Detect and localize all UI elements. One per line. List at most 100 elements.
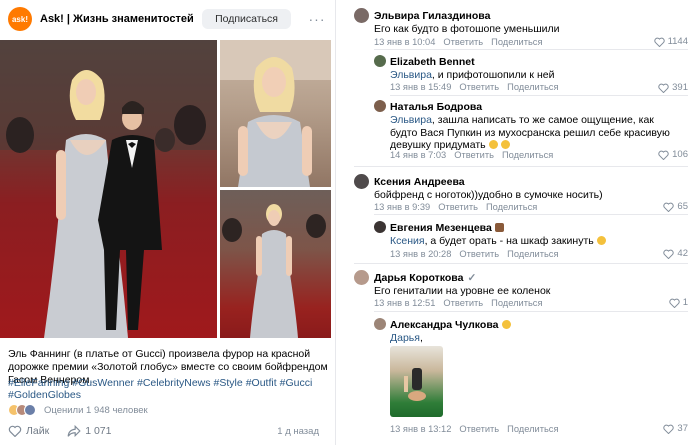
mention-link[interactable]: Ксения xyxy=(390,235,425,247)
photo-top-right[interactable] xyxy=(220,40,331,187)
avatar[interactable] xyxy=(374,100,386,112)
comment-author[interactable]: Наталья Бодрова xyxy=(390,101,482,113)
community-avatar[interactable]: ask! xyxy=(8,7,32,31)
comment-author[interactable]: Elizabeth Bennet xyxy=(390,56,475,68)
avatar[interactable] xyxy=(374,55,386,67)
hashtag-link[interactable]: #GoldenGlobes xyxy=(8,389,81,401)
comment-date[interactable]: 13 янв в 9:39 xyxy=(374,202,430,212)
avatar[interactable] xyxy=(354,8,369,23)
hashtag-link[interactable]: #GusWenner xyxy=(72,377,134,389)
comment-like-button[interactable]: 1144 xyxy=(653,36,688,47)
reply-link[interactable]: Ответить xyxy=(459,424,499,434)
comment-text: бойфренд с ноготок))удобно в сумочке нос… xyxy=(374,189,603,201)
hashtag-link[interactable]: #CelebrityNews xyxy=(137,377,211,389)
like-count: 1 xyxy=(682,297,688,308)
reply-link[interactable]: Ответить xyxy=(459,82,499,92)
comment-text: Дарья, xyxy=(390,332,680,345)
like-button[interactable]: Лайк xyxy=(8,425,49,437)
hashtags-line-2: #GoldenGlobes xyxy=(8,389,330,401)
comment-like-button[interactable]: 1 xyxy=(669,297,688,308)
comment-like-button[interactable]: 65 xyxy=(663,201,688,212)
post-timestamp[interactable]: 1 д назад xyxy=(277,426,319,437)
hashtags-line-1: #ElleFanning #GusWenner #CelebrityNews #Sty… xyxy=(8,377,330,389)
avatar[interactable] xyxy=(374,318,386,330)
hashtag-link[interactable]: #Outfit xyxy=(246,377,277,389)
divider xyxy=(354,263,688,264)
heart-icon xyxy=(8,425,22,437)
share-link[interactable]: Поделиться xyxy=(486,202,537,212)
share-button[interactable]: 1 071 xyxy=(67,425,111,437)
couple-photo-illustration xyxy=(0,40,217,338)
bag-emoji-icon xyxy=(494,223,504,232)
comment-date[interactable]: 13 янв в 10:04 xyxy=(374,37,435,47)
divider xyxy=(374,49,688,50)
like-count: 37 xyxy=(677,423,688,434)
comment-date[interactable]: 14 янв в 7:03 xyxy=(390,150,446,160)
portrait-photo-illustration xyxy=(220,40,331,187)
reply-link[interactable]: Ответить xyxy=(459,249,499,259)
like-label: Лайк xyxy=(26,425,50,437)
comment-author[interactable]: Евгения Мезенцева xyxy=(390,222,504,234)
comment-like-button[interactable]: 106 xyxy=(658,149,688,160)
photo-bottom-right[interactable] xyxy=(220,190,331,338)
subscribe-button[interactable]: Подписаться xyxy=(202,9,291,29)
community-name[interactable]: Ask! | Жизнь знаменитостей xyxy=(40,13,202,25)
post-card: ask! Ask! | Жизнь знаменитостей Подписат… xyxy=(0,0,336,445)
comments-panel: Эльвира Гилаздинова Его как будто в фото… xyxy=(348,0,700,445)
comment-meta: 14 янв в 7:03 Ответить Поделиться xyxy=(390,150,553,160)
comment-like-button[interactable]: 42 xyxy=(663,248,688,259)
comment-date[interactable]: 13 янв в 15:49 xyxy=(390,82,451,92)
post-hashtags: #ElleFanning #GusWenner #CelebrityNews #Sty… xyxy=(8,377,330,401)
comment-date[interactable]: 13 янв в 20:28 xyxy=(390,249,451,259)
hashtag-link[interactable]: #Style xyxy=(214,377,243,389)
photo-main[interactable] xyxy=(0,40,217,338)
divider xyxy=(374,311,688,312)
comment-body: , а будет орать - на шкаф закинуть xyxy=(424,235,594,247)
heart-icon xyxy=(669,298,680,308)
share-link[interactable]: Поделиться xyxy=(507,82,558,92)
comment-author[interactable]: Эльвира Гилаздинова xyxy=(374,10,490,22)
comment-author[interactable]: Ксения Андреева xyxy=(374,176,465,188)
reactions-summary[interactable]: Оценили 1 948 человек xyxy=(8,404,148,416)
heart-icon xyxy=(663,202,675,212)
author-name: Александра Чулкова xyxy=(390,319,499,331)
avatar[interactable] xyxy=(374,221,386,233)
comment-author[interactable]: Александра Чулкова xyxy=(390,319,511,331)
photo-grid xyxy=(0,40,334,338)
share-link[interactable]: Поделиться xyxy=(507,424,558,434)
more-options-icon[interactable]: ··· xyxy=(307,11,327,27)
comment-date[interactable]: 13 янв в 13:12 xyxy=(390,424,451,434)
comment-date[interactable]: 13 янв в 12:51 xyxy=(374,298,435,308)
reply-link[interactable]: Ответить xyxy=(443,298,483,308)
emoji-icon xyxy=(500,140,510,149)
share-link[interactable]: Поделиться xyxy=(507,249,558,259)
mention-link[interactable]: Эльвира xyxy=(390,114,432,126)
rated-count: Оценили 1 948 человек xyxy=(44,404,148,416)
share-link[interactable]: Поделиться xyxy=(502,150,553,160)
hashtag-link[interactable]: #ElleFanning xyxy=(8,377,69,389)
full-length-photo-illustration xyxy=(222,204,326,338)
heart-icon xyxy=(658,83,669,93)
like-count: 65 xyxy=(677,201,688,212)
reply-link[interactable]: Ответить xyxy=(443,37,483,47)
avatar[interactable] xyxy=(354,270,369,285)
comment-author[interactable]: Дарья Короткова ✓ xyxy=(374,272,476,284)
attached-photo[interactable] xyxy=(390,346,443,417)
comment-body: , xyxy=(419,332,423,344)
like-count: 42 xyxy=(677,248,688,259)
hashtag-link[interactable]: #Gucci xyxy=(280,377,313,389)
mention-link[interactable]: Эльвира xyxy=(390,69,432,81)
emoji-icon xyxy=(488,140,498,149)
emoji-icon xyxy=(501,320,511,329)
share-link[interactable]: Поделиться xyxy=(491,298,542,308)
share-link[interactable]: Поделиться xyxy=(491,37,542,47)
share-count: 1 071 xyxy=(85,425,112,437)
mention-link[interactable]: Дарья xyxy=(390,332,420,344)
heart-icon xyxy=(653,37,665,47)
comment-like-button[interactable]: 391 xyxy=(658,82,688,93)
reply-link[interactable]: Ответить xyxy=(454,150,494,160)
comment-like-button[interactable]: 37 xyxy=(663,423,688,434)
reactor-avatar xyxy=(24,404,36,416)
reply-link[interactable]: Ответить xyxy=(438,202,478,212)
avatar[interactable] xyxy=(354,174,369,189)
